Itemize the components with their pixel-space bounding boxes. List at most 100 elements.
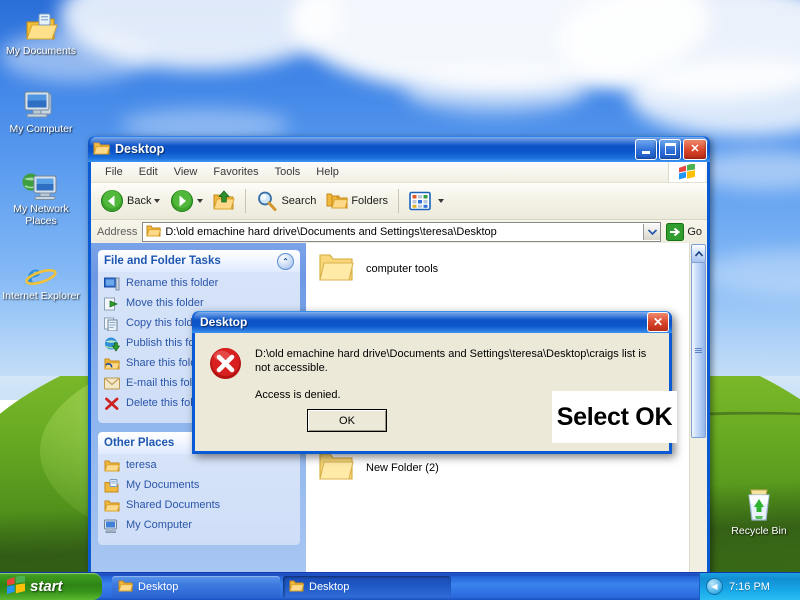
menu-item-edit[interactable]: Edit xyxy=(131,164,166,180)
desktop-icon-label: My Computer xyxy=(2,124,80,136)
menu-item-tools[interactable]: Tools xyxy=(267,164,309,180)
task-label: Copy this folder xyxy=(126,317,202,330)
menu-item-file[interactable]: File xyxy=(97,164,131,180)
address-bar: Address D:\old emachine hard drive\Docum… xyxy=(91,220,707,245)
dialog-message: D:\old emachine hard drive\Documents and… xyxy=(255,347,657,375)
place-shared-documents[interactable]: Shared Documents xyxy=(104,499,296,515)
windows-flag-icon xyxy=(668,162,705,182)
taskbar-button-label: Desktop xyxy=(309,581,349,593)
copy-icon xyxy=(104,317,120,333)
my-network-places-icon xyxy=(2,160,80,202)
desktop-icon-my-documents[interactable]: My Documents xyxy=(2,2,80,58)
system-tray: ◀ 7:16 PM xyxy=(699,573,800,600)
ok-button[interactable]: OK xyxy=(307,409,387,432)
scrollbar-thumb[interactable] xyxy=(691,262,706,438)
file-item[interactable]: computer tools xyxy=(318,251,438,286)
desktop-icon-label: My Documents xyxy=(2,46,80,58)
back-button-label: Back xyxy=(127,195,151,207)
dialog-text: D:\old emachine hard drive\Documents and… xyxy=(245,347,657,451)
place-label: My Computer xyxy=(126,519,192,532)
window-titlebar[interactable]: Desktop ✕ xyxy=(88,136,710,162)
menu-item-help[interactable]: Help xyxy=(308,164,347,180)
dialog-title: Desktop xyxy=(200,315,247,329)
panel-title: Other Places xyxy=(104,437,174,449)
clock: 7:16 PM xyxy=(729,581,770,593)
forward-button[interactable] xyxy=(165,184,208,218)
views-button[interactable] xyxy=(404,184,449,218)
close-button[interactable]: ✕ xyxy=(683,139,707,160)
toolbar-separator xyxy=(245,189,246,213)
file-item[interactable]: New Folder (2) xyxy=(318,450,439,485)
scroll-up-button[interactable] xyxy=(691,244,706,263)
taskbar-button-label: Desktop xyxy=(138,581,178,593)
menu-bar: File Edit View Favorites Tools Help xyxy=(91,162,707,183)
show-hidden-icons-icon[interactable]: ◀ xyxy=(706,578,723,595)
window-title: Desktop xyxy=(115,142,164,156)
search-button[interactable]: Search xyxy=(251,184,321,218)
folders-button-label: Folders xyxy=(351,195,388,207)
go-button-label: Go xyxy=(687,226,702,238)
minimize-button[interactable] xyxy=(635,139,657,160)
menu-item-favorites[interactable]: Favorites xyxy=(205,164,266,180)
address-dropdown-icon[interactable] xyxy=(643,224,660,240)
folder-icon xyxy=(289,579,304,595)
folder-icon xyxy=(318,251,354,286)
recycle-bin-icon xyxy=(720,482,798,524)
place-label: Shared Documents xyxy=(126,499,220,512)
search-button-label: Search xyxy=(281,195,316,207)
scrollbar-grip-icon xyxy=(695,347,702,354)
folder-icon xyxy=(146,224,161,240)
place-my-computer[interactable]: My Computer xyxy=(104,519,296,535)
instruction-annotation: Select OK xyxy=(552,391,677,443)
address-label: Address xyxy=(97,226,137,238)
panel-header[interactable]: File and Folder Tasks ⌃ xyxy=(98,250,300,272)
folders-button[interactable]: Folders xyxy=(321,184,393,218)
task-label: Rename this folder xyxy=(126,277,218,290)
desktop-icon-label: My Network Places xyxy=(2,204,80,227)
internet-explorer-icon: e xyxy=(2,247,80,289)
my-documents-icon xyxy=(2,2,80,44)
desktop-icon-my-computer[interactable]: My Computer xyxy=(2,80,80,136)
folder-icon xyxy=(118,579,133,595)
share-icon xyxy=(104,357,120,373)
desktop-icon-internet-explorer[interactable]: e Internet Explorer xyxy=(2,247,80,303)
task-rename-this-folder[interactable]: Rename this folder xyxy=(104,277,296,293)
error-dialog: Desktop ✕ D:\old emachine hard drive\Doc… xyxy=(192,311,672,454)
go-button[interactable]: Go xyxy=(661,221,707,243)
chevron-up-icon[interactable]: ⌃ xyxy=(277,253,294,270)
folder-icon xyxy=(93,140,110,158)
up-button[interactable] xyxy=(208,184,240,218)
delete-icon xyxy=(104,397,120,413)
panel-body: teresa My Documents Shared Documents xyxy=(98,454,300,545)
desktop-icon-label: Recycle Bin xyxy=(720,526,798,538)
back-button[interactable]: Back xyxy=(95,184,165,218)
place-my-documents[interactable]: My Documents xyxy=(104,479,296,495)
desktop-icon-recycle-bin[interactable]: Recycle Bin xyxy=(720,482,798,538)
folder-icon xyxy=(318,450,354,485)
chevron-down-icon[interactable] xyxy=(154,199,160,203)
toolbar-separator xyxy=(398,189,399,213)
place-label: My Documents xyxy=(126,479,199,492)
start-button-label: start xyxy=(30,578,63,595)
address-input[interactable]: D:\old emachine hard drive\Documents and… xyxy=(142,222,661,242)
toolbar: Back Search xyxy=(91,183,707,220)
taskbar-button-desktop-1[interactable]: Desktop xyxy=(112,576,280,598)
chevron-down-icon[interactable] xyxy=(197,199,203,203)
rename-icon xyxy=(104,277,120,293)
windows-logo-icon xyxy=(6,576,26,598)
taskbar-button-desktop-2[interactable]: Desktop xyxy=(283,576,451,598)
maximize-button[interactable] xyxy=(659,139,681,160)
taskbar: start Desktop Desktop ◀ 7:16 PM xyxy=(0,572,800,600)
dialog-body: D:\old emachine hard drive\Documents and… xyxy=(195,333,669,451)
dialog-titlebar[interactable]: Desktop ✕ xyxy=(192,311,672,333)
place-teresa[interactable]: teresa xyxy=(104,459,296,475)
task-buttons: Desktop Desktop xyxy=(112,576,451,598)
task-label: Move this folder xyxy=(126,297,204,310)
start-button[interactable]: start xyxy=(0,573,102,600)
dialog-close-button[interactable]: ✕ xyxy=(647,312,669,332)
publish-web-icon xyxy=(104,337,120,353)
menu-item-view[interactable]: View xyxy=(166,164,206,180)
chevron-down-icon[interactable] xyxy=(438,199,444,203)
desktop-icon-my-network-places[interactable]: My Network Places xyxy=(2,160,80,227)
vertical-scrollbar[interactable] xyxy=(689,243,707,574)
